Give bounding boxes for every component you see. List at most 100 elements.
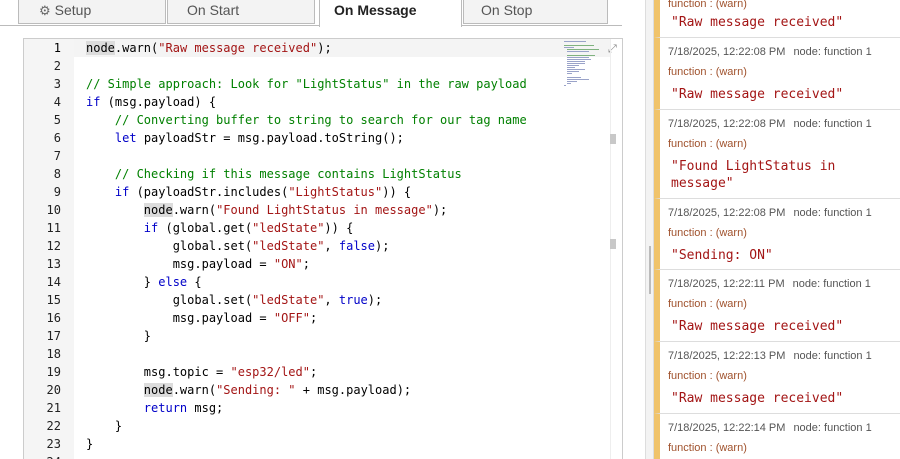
minimap-line [567, 51, 589, 52]
line-number: 10 [46, 203, 61, 217]
debug-timestamp: 7/18/2025, 12:22:08 PM [668, 118, 786, 130]
editor-scrollbar[interactable] [610, 39, 622, 459]
line-number: 7 [53, 149, 61, 163]
line-number: 13 [46, 257, 61, 271]
scrollbar-marker [610, 134, 616, 144]
debug-topic: function : (warn) [668, 0, 747, 10]
tab-setup[interactable]: ⚙ Setup [18, 0, 166, 24]
code-editor[interactable]: 123456789101112131415161718192021222324 … [23, 38, 623, 459]
minimap-line [567, 81, 577, 82]
debug-message[interactable]: 7/18/2025, 12:22:08 PM node: function 1 fu… [654, 199, 900, 270]
debug-node-link[interactable]: node: function 1 [793, 350, 871, 362]
code-line[interactable]: } else { [86, 275, 202, 289]
debug-payload[interactable]: "Raw message received" [671, 86, 891, 103]
line-number: 3 [53, 77, 61, 91]
debug-topic: function : (warn) [668, 138, 747, 150]
minimap-line [567, 63, 585, 64]
code-line[interactable]: node.warn("Found LightStatus in message"… [86, 203, 447, 217]
code-line[interactable]: } [86, 437, 93, 451]
line-number: 4 [53, 95, 61, 109]
debug-node-link[interactable]: node: function 1 [793, 278, 871, 290]
code-line[interactable]: msg.topic = "esp32/led"; [86, 365, 317, 379]
debug-message[interactable]: function : (warn) "Raw message received" [654, 0, 900, 38]
code-line[interactable]: if (payloadStr.includes("LightStatus")) … [86, 185, 411, 199]
minimap-line [567, 79, 589, 80]
minimap-line [564, 45, 594, 46]
minimap-line [567, 61, 585, 62]
code-line[interactable]: global.set("ledState", false); [86, 239, 390, 253]
minimap-line [567, 59, 591, 60]
line-number: 11 [46, 221, 61, 235]
code-line[interactable]: // Simple approach: Look for "LightStatu… [86, 77, 527, 91]
debug-topic: function : (warn) [668, 227, 747, 239]
debug-payload[interactable]: "Raw message received" [671, 14, 891, 31]
line-number: 17 [46, 329, 61, 343]
debug-timestamp: 7/18/2025, 12:22:14 PM [668, 422, 786, 434]
minimap-line [567, 49, 599, 50]
line-number: 21 [46, 401, 61, 415]
debug-node-link[interactable]: node: function 1 [793, 422, 871, 434]
debug-timestamp: 7/18/2025, 12:22:13 PM [668, 350, 786, 362]
line-number: 23 [46, 437, 61, 451]
debug-message[interactable]: 7/18/2025, 12:22:11 PM node: function 1 fu… [654, 270, 900, 342]
minimap-line [567, 83, 571, 84]
code-minimap[interactable] [562, 39, 610, 99]
minimap-line [564, 85, 566, 86]
line-number: 9 [53, 185, 61, 199]
debug-payload[interactable]: "Raw message received" [671, 390, 891, 407]
splitter-grip[interactable] [649, 246, 651, 294]
debug-message[interactable]: 7/18/2025, 12:22:14 PM node: function 1 fu… [654, 414, 900, 459]
debug-payload[interactable]: "Found LightStatus in message" [671, 158, 891, 192]
code-line[interactable]: } [86, 419, 122, 433]
debug-message-meta: 7/18/2025, 12:22:08 PM node: function 1 [668, 118, 872, 130]
minimap-line [564, 41, 586, 42]
line-number: 5 [53, 113, 61, 127]
code-line[interactable]: return msg; [86, 401, 223, 415]
minimap-line [567, 73, 572, 74]
debug-message-meta: 7/18/2025, 12:22:11 PM node: function 1 [668, 278, 871, 290]
debug-topic: function : (warn) [668, 442, 747, 454]
debug-payload[interactable]: "Sending: ON" [671, 247, 891, 264]
code-line[interactable]: node.warn("Raw message received"); [86, 41, 332, 55]
line-number: 16 [46, 311, 61, 325]
minimap-line [567, 71, 579, 72]
panel-splitter[interactable] [645, 0, 654, 459]
tab-on-message[interactable]: On Message [319, 0, 462, 27]
debug-topic: function : (warn) [668, 370, 747, 382]
debug-message-meta: 7/18/2025, 12:22:08 PM node: function 1 [668, 46, 872, 58]
code-line[interactable]: // Checking if this message contains Lig… [86, 167, 462, 181]
debug-topic: function : (warn) [668, 298, 747, 310]
function-editor-panel: ⚙ Setup On Start On Message On Stop 12 3 4 5… [0, 0, 645, 459]
line-number: 15 [46, 293, 61, 307]
debug-node-link[interactable]: node: function 1 [793, 46, 871, 58]
code-line[interactable]: if (global.get("ledState")) { [86, 221, 354, 235]
debug-timestamp: 7/18/2025, 12:22:11 PM [668, 278, 785, 290]
code-line[interactable]: // Converting buffer to string to search… [86, 113, 527, 127]
minimap-line [564, 47, 574, 48]
tab-on-start-label: On Start [187, 2, 240, 18]
editor-tabs: ⚙ Setup On Start On Message On Stop [0, 0, 645, 27]
tab-divider [0, 25, 319, 26]
code-line[interactable]: node.warn("Sending: " + msg.payload); [86, 383, 411, 397]
tab-on-stop[interactable]: On Stop [463, 0, 608, 24]
line-number-gutter: 123456789101112131415161718192021222324 [24, 39, 74, 459]
line-number: 2 [53, 59, 61, 73]
code-line[interactable]: let payloadStr = msg.payload.toString(); [86, 131, 404, 145]
debug-sidebar: function : (warn) "Raw message received" 7… [654, 0, 900, 459]
tab-on-start[interactable]: On Start [167, 0, 315, 24]
debug-message[interactable]: 7/18/2025, 12:22:13 PM node: function 1 fu… [654, 342, 900, 414]
debug-node-link[interactable]: node: function 1 [793, 207, 871, 219]
code-line[interactable]: global.set("ledState", true); [86, 293, 383, 307]
debug-message[interactable]: 7/18/2025, 12:22:08 PM node: function 1 fu… [654, 38, 900, 110]
code-line[interactable]: if (msg.payload) { [86, 95, 216, 109]
debug-message[interactable]: 7/18/2025, 12:22:08 PM node: function 1 fu… [654, 110, 900, 199]
code-line[interactable]: } [86, 329, 151, 343]
code-line[interactable]: msg.payload = "ON"; [86, 257, 310, 271]
line-number: 12 [46, 239, 61, 253]
tab-divider [462, 25, 622, 26]
line-number: 18 [46, 347, 61, 361]
debug-node-link[interactable]: node: function 1 [793, 118, 871, 130]
debug-message-meta: 7/18/2025, 12:22:13 PM node: function 1 [668, 350, 872, 362]
code-line[interactable]: msg.payload = "OFF"; [86, 311, 318, 325]
debug-payload[interactable]: "Raw message received" [671, 318, 891, 335]
